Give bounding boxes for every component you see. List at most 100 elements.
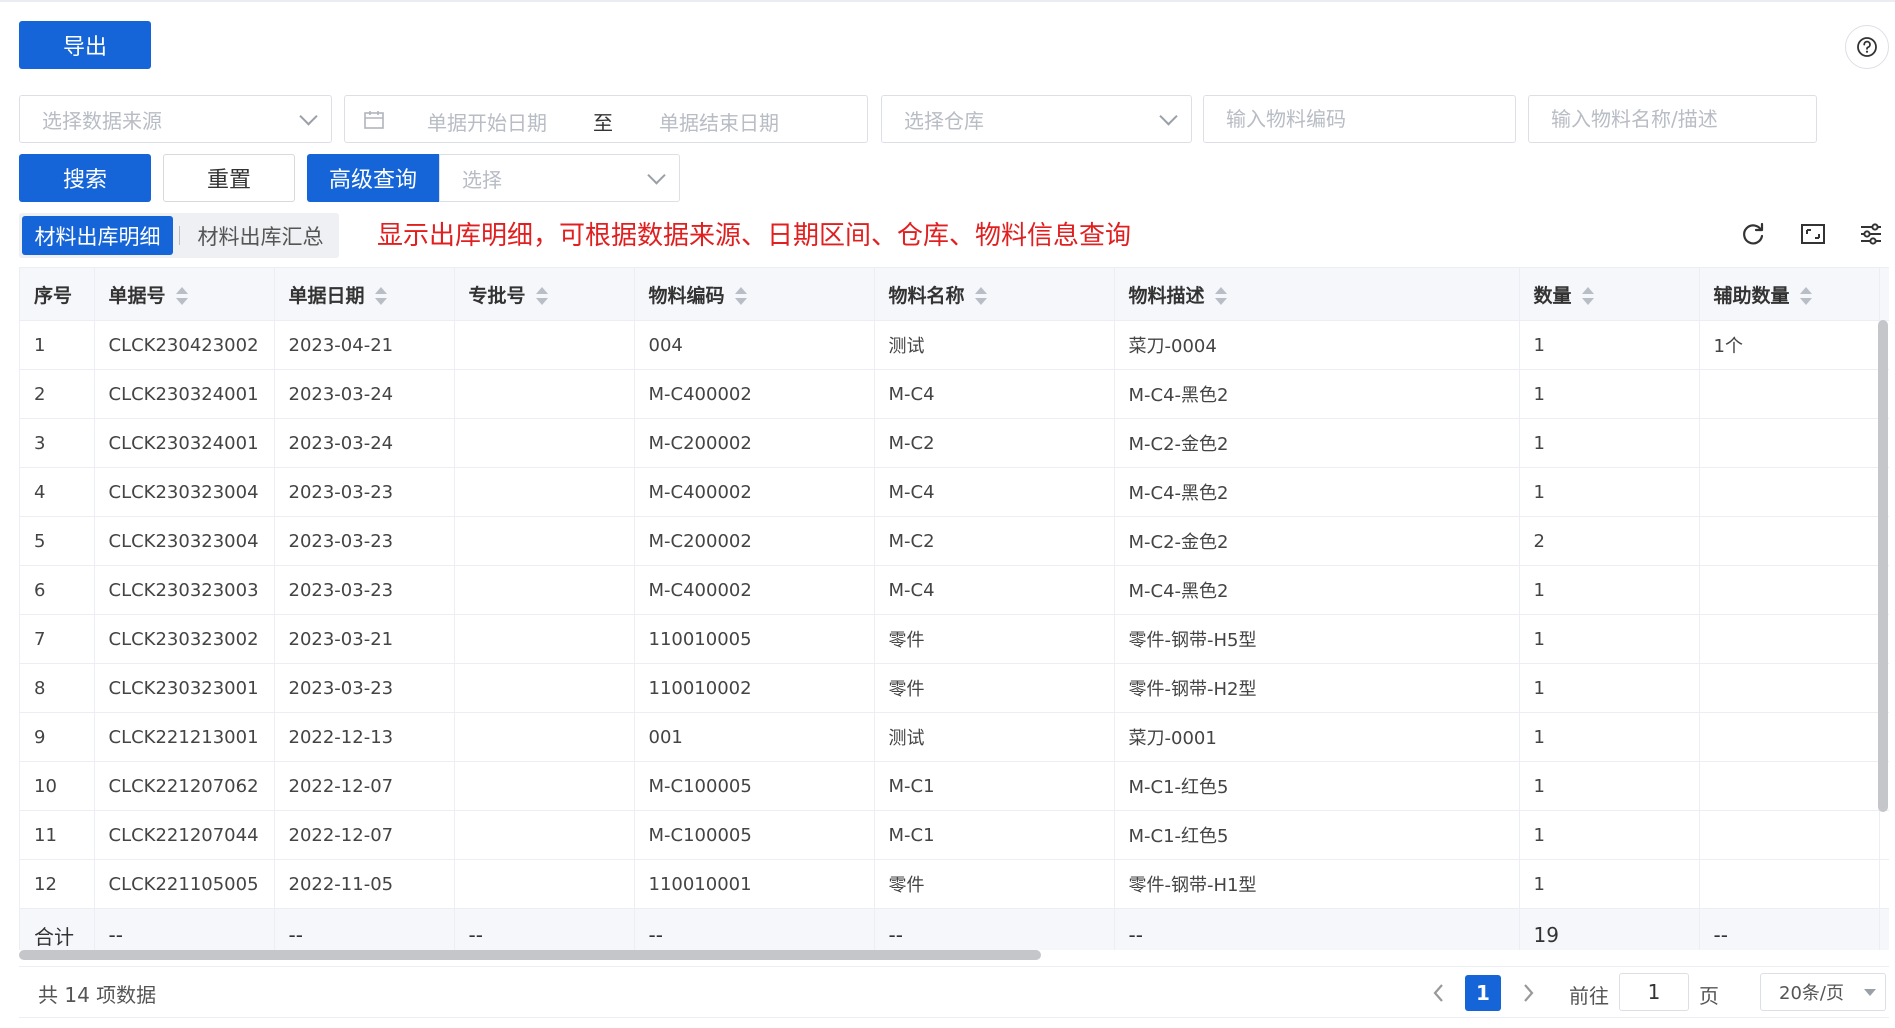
cell-material-code: M-C100005 [634, 761, 875, 811]
column-header-material-name[interactable]: 物料名称 [874, 268, 1115, 321]
column-header-doc-date[interactable]: 单据日期 [274, 268, 455, 321]
cell-material-name: 零件 [874, 663, 1115, 713]
column-header-quantity[interactable]: 数量 [1519, 268, 1700, 321]
advanced-query-button[interactable]: 高级查询 [307, 154, 439, 202]
page-size-select[interactable]: 20条/页 [1760, 973, 1886, 1011]
column-header-batch-no[interactable]: 专批号 [454, 268, 635, 321]
next-page-icon[interactable] [1517, 981, 1539, 1005]
material-name-input-wrap [1528, 95, 1817, 143]
table-row[interactable]: 10 CLCK221207062 2022-12-07 M-C100005 M-C1 M-… [20, 761, 1889, 811]
sort-icon[interactable] [374, 287, 387, 305]
data-source-placeholder: 选择数据来源 [42, 108, 162, 133]
material-name-input[interactable] [1529, 107, 1816, 131]
page-size-value: 20条/页 [1779, 983, 1844, 1004]
calendar-icon [364, 111, 384, 129]
cell-aux-quantity [1699, 712, 1880, 762]
cell-quantity: 2 [1519, 516, 1700, 566]
sort-icon[interactable] [1214, 287, 1227, 305]
table-row[interactable]: 1 CLCK230423002 2023-04-21 004 测试 菜刀-0004 1 1个 [20, 320, 1889, 370]
column-settings-icon[interactable] [1856, 219, 1886, 249]
cell-quantity: 1 [1519, 418, 1700, 468]
cell-material-code: M-C400002 [634, 369, 875, 419]
cell-batch-no [454, 614, 635, 664]
table-row[interactable]: 6 CLCK230323003 2023-03-23 M-C400002 M-C4 M-C… [20, 565, 1889, 615]
cell-material-desc: M-C4-黑色2 [1114, 467, 1520, 517]
cell-quantity: 1 [1519, 565, 1700, 615]
table-row[interactable]: 11 CLCK221207044 2022-12-07 M-C100005 M-C1 M-… [20, 810, 1889, 860]
cell-aux-quantity: 1个 [1699, 320, 1880, 370]
page-number-current[interactable]: 1 [1465, 975, 1501, 1011]
table-row[interactable]: 2 CLCK230324001 2023-03-24 M-C400002 M-C4 M-C… [20, 369, 1889, 419]
summary-cell-aux-quantity: -- [1699, 908, 1880, 950]
cell-doc-date: 2023-03-24 [274, 369, 455, 419]
reset-button[interactable]: 重置 [163, 154, 295, 202]
cell-material-desc: M-C1-红色5 [1114, 810, 1520, 860]
goto-page-input[interactable]: 1 [1619, 973, 1689, 1011]
fullscreen-icon[interactable] [1798, 219, 1828, 249]
date-range-picker[interactable]: 单据开始日期 至 单据结束日期 [344, 95, 868, 143]
table-row[interactable]: 5 CLCK230323004 2023-03-23 M-C200002 M-C2 M-C… [20, 516, 1889, 566]
sort-icon[interactable] [175, 287, 188, 305]
sort-icon[interactable] [1581, 287, 1594, 305]
sort-icon[interactable] [1799, 287, 1812, 305]
cell-material-name: 测试 [874, 320, 1115, 370]
column-header-aux-quantity[interactable]: 辅助数量 [1699, 268, 1880, 321]
cell-index: 3 [20, 418, 95, 468]
table-row[interactable]: 12 CLCK221105005 2022-11-05 110010001 零件 零件-钢… [20, 859, 1889, 909]
advanced-query-select[interactable]: 选择 [439, 154, 680, 202]
vertical-scrollbar[interactable] [1878, 320, 1888, 812]
column-header-material-code[interactable]: 物料编码 [634, 268, 875, 321]
data-table: 序号 单据号 单据日期 专批号 物料编码 物料名称 物料描述 数量 辅助数量 单… [20, 268, 1889, 950]
cell-material-name: M-C1 [874, 810, 1115, 860]
table-row[interactable]: 8 CLCK230323001 2023-03-23 110010002 零件 零件-钢带… [20, 663, 1889, 713]
cell-material-name: M-C2 [874, 516, 1115, 566]
cell-material-name: 测试 [874, 712, 1115, 762]
cell-material-name: M-C4 [874, 565, 1115, 615]
cell-doc-no: CLCK230323001 [94, 663, 275, 713]
horizontal-scrollbar[interactable] [19, 950, 1041, 960]
material-code-input[interactable] [1204, 107, 1515, 131]
table-row[interactable]: 4 CLCK230323004 2023-03-23 M-C400002 M-C4 M-C… [20, 467, 1889, 517]
cell-doc-no: CLCK230324001 [94, 418, 275, 468]
cell-aux-quantity [1699, 516, 1880, 566]
export-button[interactable]: 导出 [19, 21, 151, 69]
table-row[interactable]: 9 CLCK221213001 2022-12-13 001 测试 菜刀-0001 1 [20, 712, 1889, 762]
help-button[interactable] [1845, 25, 1889, 69]
cell-material-name: 零件 [874, 859, 1115, 909]
tab-material-outbound-detail[interactable]: 材料出库明细 [22, 216, 173, 255]
chevron-down-icon [1159, 107, 1178, 126]
cell-index: 7 [20, 614, 95, 664]
column-header-truncated: 单 [1879, 268, 1889, 321]
cell-material-desc: 菜刀-0004 [1114, 320, 1520, 370]
search-button[interactable]: 搜索 [19, 154, 151, 202]
start-date-placeholder: 单据开始日期 [427, 111, 547, 135]
column-header-material-desc[interactable]: 物料描述 [1114, 268, 1520, 321]
cell-material-name: M-C2 [874, 418, 1115, 468]
cell-aux-quantity [1699, 467, 1880, 517]
cell-batch-no [454, 369, 635, 419]
table-row[interactable]: 7 CLCK230323002 2023-03-21 110010005 零件 零件-钢带… [20, 614, 1889, 664]
cell-quantity: 1 [1519, 810, 1700, 860]
cell-quantity: 1 [1519, 614, 1700, 664]
warehouse-select[interactable]: 选择仓库 [881, 95, 1192, 143]
data-source-select[interactable]: 选择数据来源 [19, 95, 332, 143]
cell-doc-no: CLCK221105005 [94, 859, 275, 909]
sort-icon[interactable] [535, 287, 548, 305]
summary-label: 合计 [20, 908, 95, 950]
table-row[interactable]: 3 CLCK230324001 2023-03-24 M-C200002 M-C2 M-C… [20, 418, 1889, 468]
cell-batch-no [454, 565, 635, 615]
sort-icon[interactable] [734, 287, 747, 305]
cell-material-name: M-C4 [874, 467, 1115, 517]
cell-batch-no [454, 761, 635, 811]
cell-index: 2 [20, 369, 95, 419]
cell-material-desc: 菜刀-0001 [1114, 712, 1520, 762]
sort-icon[interactable] [974, 287, 987, 305]
prev-page-icon[interactable] [1428, 981, 1450, 1005]
summary-cell-doc-no: -- [94, 908, 275, 950]
column-header-doc-no[interactable]: 单据号 [94, 268, 275, 321]
cell-material-desc: M-C4-黑色2 [1114, 369, 1520, 419]
cell-index: 5 [20, 516, 95, 566]
tab-material-outbound-summary[interactable]: 材料出库汇总 [185, 216, 336, 255]
refresh-icon[interactable] [1738, 219, 1768, 249]
cell-doc-date: 2023-03-24 [274, 418, 455, 468]
